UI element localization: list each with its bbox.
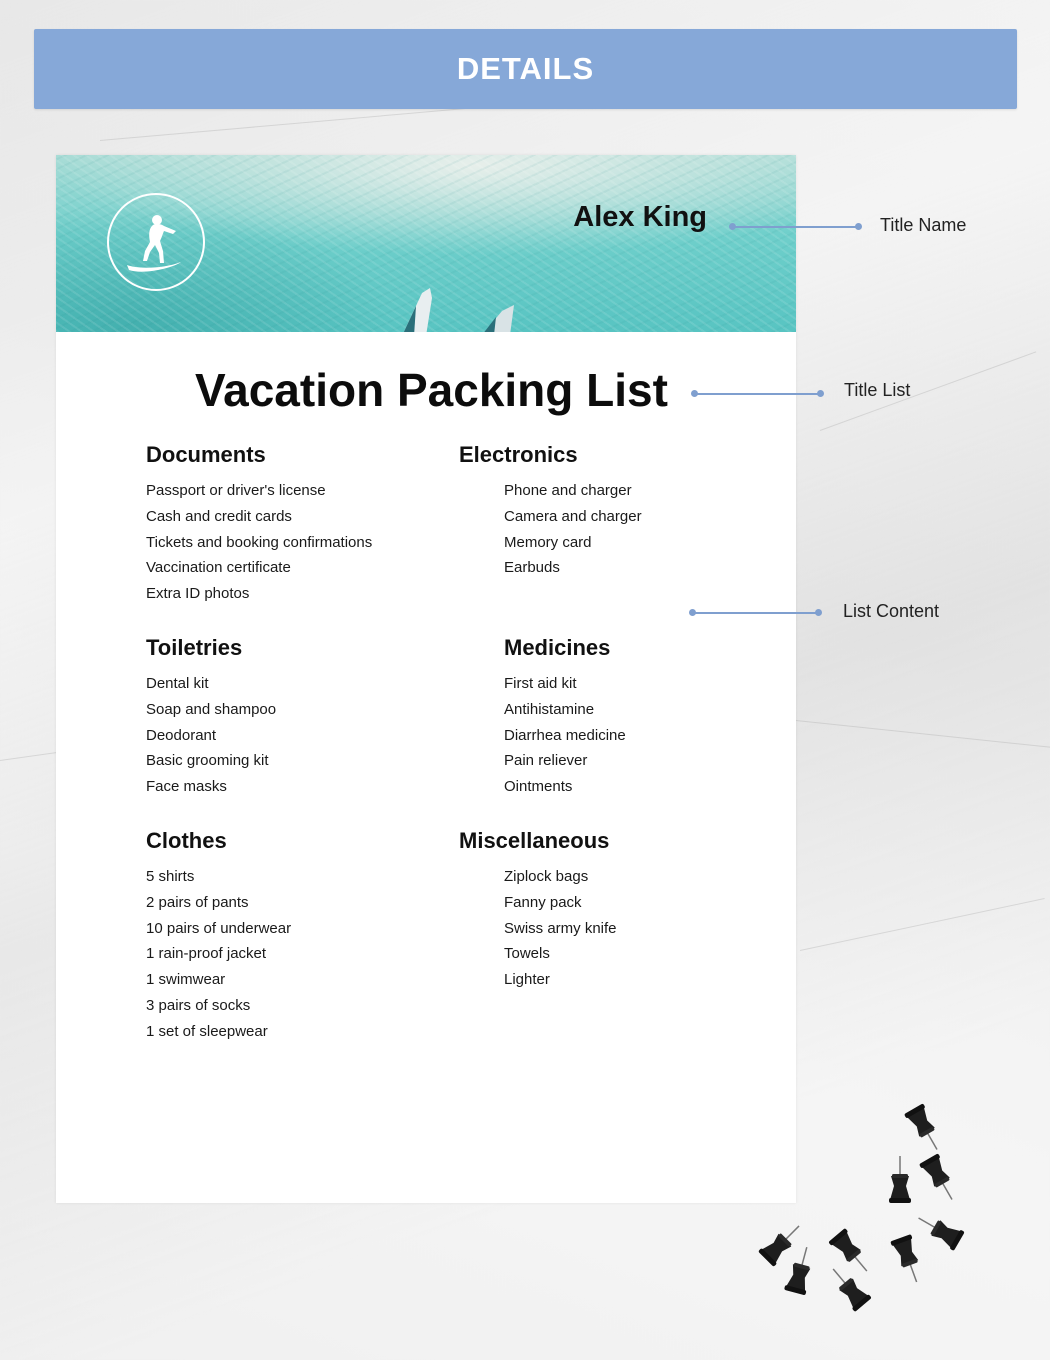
callout-dot — [855, 223, 862, 230]
push-pin-icon — [918, 1152, 963, 1206]
list-item: 1 set of sleepwear — [146, 1022, 268, 1040]
push-pin-icon — [783, 1243, 819, 1297]
callout-dot — [817, 390, 824, 397]
push-pin-icon — [903, 1102, 948, 1156]
boat-icon — [403, 288, 432, 332]
list-item: Cash and credit cards — [146, 507, 292, 525]
list-item: 1 rain-proof jacket — [146, 945, 267, 963]
callout-line — [692, 612, 819, 614]
list-item: Memory card — [504, 533, 592, 551]
list-item: Passport or driver's license — [146, 482, 326, 499]
document-title: Vacation Packing List — [195, 364, 668, 416]
marble-vein — [99, 105, 499, 141]
list-item: Tickets and booking confirmations — [146, 533, 373, 551]
section-electronics: Electronics Phone and charger Camera and… — [459, 442, 642, 581]
list-item: Deodorant — [146, 726, 217, 744]
details-header-bar: DETAILS — [34, 29, 1017, 109]
marble-vein — [799, 898, 1045, 951]
list-item: Camera and charger — [504, 507, 642, 525]
list-item: First aid kit — [504, 675, 577, 692]
list-item: 1 swimwear — [146, 971, 226, 989]
callout-label: Title List — [844, 380, 911, 400]
marble-vein — [795, 720, 1050, 749]
section-heading: Clothes — [146, 828, 227, 853]
list-item: Extra ID photos — [146, 585, 250, 603]
surfer-icon — [107, 193, 205, 291]
list-item: Swiss army knife — [504, 919, 617, 937]
callout-label: Title Name — [880, 215, 967, 235]
section-heading: Medicines — [504, 635, 611, 660]
callout-dot — [815, 609, 822, 616]
list-item: Vaccination certificate — [146, 559, 291, 577]
push-pin-icon — [889, 1233, 928, 1287]
list-item: Soap and shampoo — [146, 700, 277, 718]
section-heading: Electronics — [459, 442, 578, 467]
beach-banner: Alex King — [56, 155, 796, 332]
section-documents: Documents Passport or driver's license C… — [146, 442, 372, 607]
push-pin-icon — [912, 1207, 966, 1252]
section-medicines: Medicines First aid kit Antihistamine Di… — [504, 635, 626, 800]
section-heading: Miscellaneous — [459, 828, 610, 853]
list-item: Pain reliever — [504, 752, 588, 770]
list-item: Ziplock bags — [504, 868, 589, 885]
list-item: 3 pairs of socks — [146, 996, 251, 1014]
section-clothes: Clothes 5 shirts 2 pairs of pants 10 pai… — [146, 828, 291, 1045]
list-item: Towels — [504, 945, 550, 963]
section-heading: Documents — [146, 442, 266, 467]
section-miscellaneous: Miscellaneous Ziplock bags Fanny pack Sw… — [459, 828, 617, 993]
section-toiletries: Toiletries Dental kit Soap and shampoo D… — [146, 635, 276, 800]
push-pins-decoration — [757, 1102, 966, 1313]
packing-list-document: Alex King Vacation Packing List Document… — [56, 155, 796, 1203]
list-item: Phone and charger — [504, 482, 632, 499]
push-pin-icon — [757, 1217, 808, 1268]
push-pin-icon — [888, 1155, 912, 1204]
list-item: Dental kit — [146, 675, 209, 692]
callout-label: List Content — [843, 601, 940, 621]
callout-line — [732, 226, 859, 228]
list-item: 10 pairs of underwear — [146, 919, 292, 937]
list-item: Face masks — [146, 778, 227, 796]
list-item: 2 pairs of pants — [146, 893, 249, 911]
list-item: Earbuds — [504, 559, 560, 577]
boat-icon — [484, 305, 514, 332]
list-item: Antihistamine — [504, 700, 595, 718]
list-item: Basic grooming kit — [146, 752, 269, 770]
list-item: Lighter — [504, 971, 550, 989]
details-header-title: DETAILS — [456, 51, 595, 86]
list-item: Diarrhea medicine — [504, 726, 626, 744]
title-name: Alex King — [573, 201, 707, 233]
section-heading: Toiletries — [146, 635, 243, 660]
list-item: 5 shirts — [146, 868, 195, 885]
callout-line — [694, 393, 821, 395]
list-item: Fanny pack — [504, 893, 582, 911]
list-item: Ointments — [504, 778, 573, 796]
